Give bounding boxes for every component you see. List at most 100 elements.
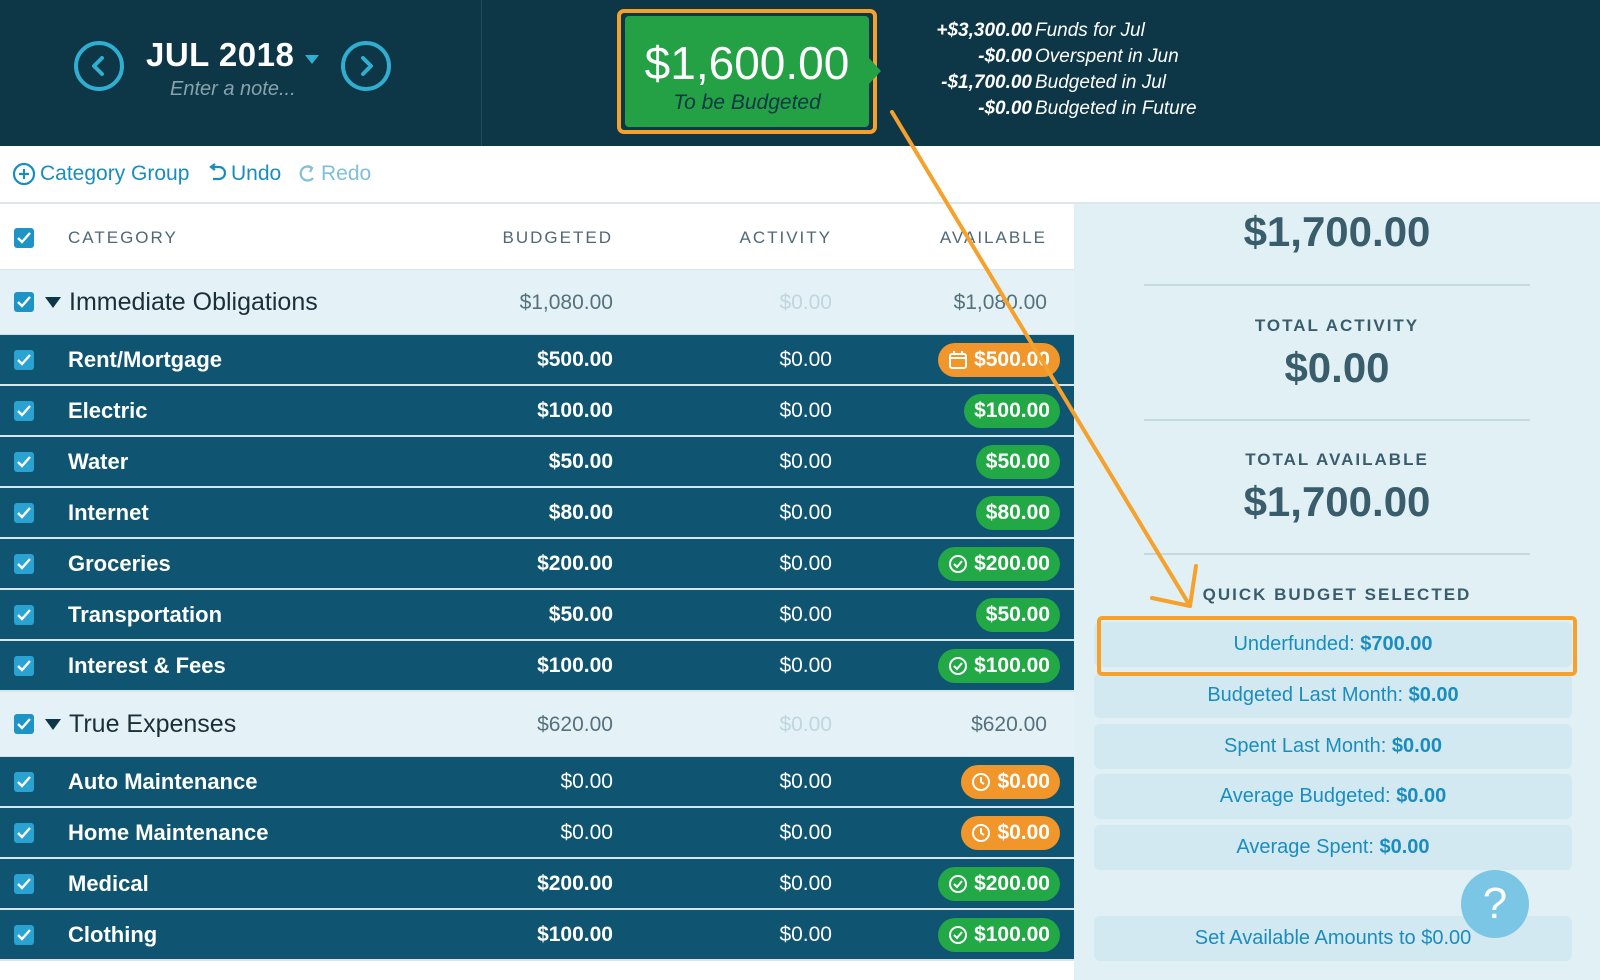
category-name[interactable]: Transportation [68, 602, 222, 628]
to-be-budgeted-box[interactable]: $1,600.00 To be Budgeted [625, 16, 869, 127]
column-header-category[interactable]: CATEGORY [68, 228, 178, 248]
category-name[interactable]: Water [68, 449, 128, 475]
category-checkbox[interactable] [14, 452, 34, 472]
category-name[interactable]: Rent/Mortgage [68, 347, 222, 373]
category-budgeted[interactable]: $200.00 [537, 552, 613, 576]
category-budgeted[interactable]: $100.00 [537, 399, 613, 423]
group-checkbox[interactable] [14, 292, 34, 312]
available-amount: $0.00 [997, 821, 1050, 844]
group-name[interactable]: True Expenses [69, 710, 236, 739]
category-row[interactable]: Electric $100.00 $0.00 $100.00 [0, 386, 1074, 437]
funds-breakdown-row: -$0.00 Overspent in Jun [900, 46, 1200, 72]
available-pill[interactable]: $100.00 [964, 394, 1060, 428]
column-header-available[interactable]: AVAILABLE [940, 228, 1047, 248]
select-all-checkbox[interactable] [14, 228, 34, 248]
category-activity[interactable]: $0.00 [779, 821, 832, 845]
quick-budget-average-spent-button[interactable]: Average Spent: $0.00 [1094, 825, 1572, 870]
category-row[interactable]: Clothing $100.00 $0.00 $100.00 [0, 910, 1074, 961]
undo-icon [209, 163, 227, 181]
category-checkbox[interactable] [14, 350, 34, 370]
category-budgeted[interactable]: $0.00 [560, 770, 613, 794]
category-row[interactable]: Medical $200.00 $0.00 $200.00 [0, 859, 1074, 910]
undo-button[interactable]: Undo [207, 162, 281, 186]
category-row[interactable]: Groceries $200.00 $0.00 $200.00 [0, 539, 1074, 590]
category-name[interactable]: Groceries [68, 551, 171, 577]
funds-description: Budgeted in Jul [1035, 72, 1166, 93]
category-name[interactable]: Home Maintenance [68, 820, 269, 846]
category-row[interactable]: Interest & Fees $100.00 $0.00 $100.00 [0, 641, 1074, 692]
category-name[interactable]: Electric [68, 398, 148, 424]
category-name[interactable]: Internet [68, 500, 149, 526]
category-row[interactable]: Transportation $50.00 $0.00 $50.00 [0, 590, 1074, 641]
help-button[interactable]: ? [1461, 870, 1529, 938]
quick-budget-budgeted-last-month-button[interactable]: Budgeted Last Month: $0.00 [1094, 673, 1572, 718]
checkmark-icon [17, 354, 31, 366]
category-row[interactable]: Internet $80.00 $0.00 $80.00 [0, 488, 1074, 539]
available-pill[interactable]: $200.00 [938, 867, 1060, 901]
category-row[interactable]: Home Maintenance $0.00 $0.00 $0.00 [0, 808, 1074, 859]
category-budgeted[interactable]: $200.00 [537, 872, 613, 896]
category-budgeted[interactable]: $50.00 [549, 603, 613, 627]
quick-budget-value: $0.00 [1379, 836, 1430, 858]
category-name[interactable]: Auto Maintenance [68, 769, 257, 795]
available-pill[interactable]: $500.00 [938, 343, 1060, 377]
category-name[interactable]: Clothing [68, 922, 157, 948]
month-note-input[interactable]: Enter a note... [170, 78, 296, 101]
next-month-button[interactable] [341, 41, 391, 91]
column-header-budgeted[interactable]: BUDGETED [503, 228, 613, 248]
category-budgeted[interactable]: $0.00 [560, 821, 613, 845]
group-checkbox[interactable] [14, 714, 34, 734]
available-pill[interactable]: $100.00 [938, 649, 1060, 683]
category-activity[interactable]: $0.00 [779, 654, 832, 678]
available-pill[interactable]: $100.00 [938, 918, 1060, 952]
category-activity[interactable]: $0.00 [779, 872, 832, 896]
category-activity[interactable]: $0.00 [779, 923, 832, 947]
category-checkbox[interactable] [14, 656, 34, 676]
month-title[interactable]: JUL 2018 [146, 36, 294, 74]
category-activity[interactable]: $0.00 [779, 501, 832, 525]
category-activity[interactable]: $0.00 [779, 399, 832, 423]
category-checkbox[interactable] [14, 605, 34, 625]
category-checkbox[interactable] [14, 401, 34, 421]
available-pill[interactable]: $50.00 [975, 445, 1060, 479]
category-checkbox[interactable] [14, 554, 34, 574]
available-pill[interactable]: $0.00 [961, 765, 1060, 799]
category-checkbox[interactable] [14, 823, 34, 843]
category-budgeted[interactable]: $100.00 [537, 654, 613, 678]
group-name[interactable]: Immediate Obligations [69, 288, 318, 317]
category-checkbox[interactable] [14, 503, 34, 523]
column-header-activity[interactable]: ACTIVITY [739, 228, 832, 248]
available-pill[interactable]: $50.00 [975, 598, 1060, 632]
category-row[interactable]: Water $50.00 $0.00 $50.00 [0, 437, 1074, 488]
quick-budget-spent-last-month-button[interactable]: Spent Last Month: $0.00 [1094, 724, 1572, 769]
category-budgeted[interactable]: $50.00 [549, 450, 613, 474]
category-row[interactable]: Rent/Mortgage $500.00 $0.00 $500.00 [0, 335, 1074, 386]
category-checkbox[interactable] [14, 874, 34, 894]
previous-month-button[interactable] [74, 41, 124, 91]
category-row[interactable]: Auto Maintenance $0.00 $0.00 $0.00 [0, 757, 1074, 808]
available-pill[interactable]: $0.00 [961, 816, 1060, 850]
category-activity[interactable]: $0.00 [779, 770, 832, 794]
category-budgeted[interactable]: $80.00 [549, 501, 613, 525]
quick-budget-average-budgeted-button[interactable]: Average Budgeted: $0.00 [1094, 774, 1572, 819]
category-activity[interactable]: $0.00 [779, 450, 832, 474]
category-name[interactable]: Interest & Fees [68, 653, 226, 679]
month-dropdown-caret-icon[interactable] [305, 55, 319, 64]
category-budgeted[interactable]: $500.00 [537, 348, 613, 372]
available-pill[interactable]: $200.00 [938, 547, 1060, 581]
category-checkbox[interactable] [14, 925, 34, 945]
collapse-caret-icon[interactable] [45, 719, 61, 730]
collapse-caret-icon[interactable] [45, 297, 61, 308]
category-activity[interactable]: $0.00 [779, 552, 832, 576]
category-checkbox[interactable] [14, 772, 34, 792]
redo-button[interactable]: Redo [297, 162, 371, 186]
category-budgeted[interactable]: $100.00 [537, 923, 613, 947]
available-pill[interactable]: $80.00 [975, 496, 1060, 530]
category-group-row[interactable]: Immediate Obligations $1,080.00 $0.00 $1,08… [0, 270, 1074, 335]
add-category-group-button[interactable]: Category Group [12, 162, 189, 186]
category-group-row[interactable]: True Expenses $620.00 $0.00 $620.00 [0, 692, 1074, 757]
available-amount: $50.00 [985, 603, 1050, 626]
category-name[interactable]: Medical [68, 871, 149, 897]
category-activity[interactable]: $0.00 [779, 348, 832, 372]
category-activity[interactable]: $0.00 [779, 603, 832, 627]
